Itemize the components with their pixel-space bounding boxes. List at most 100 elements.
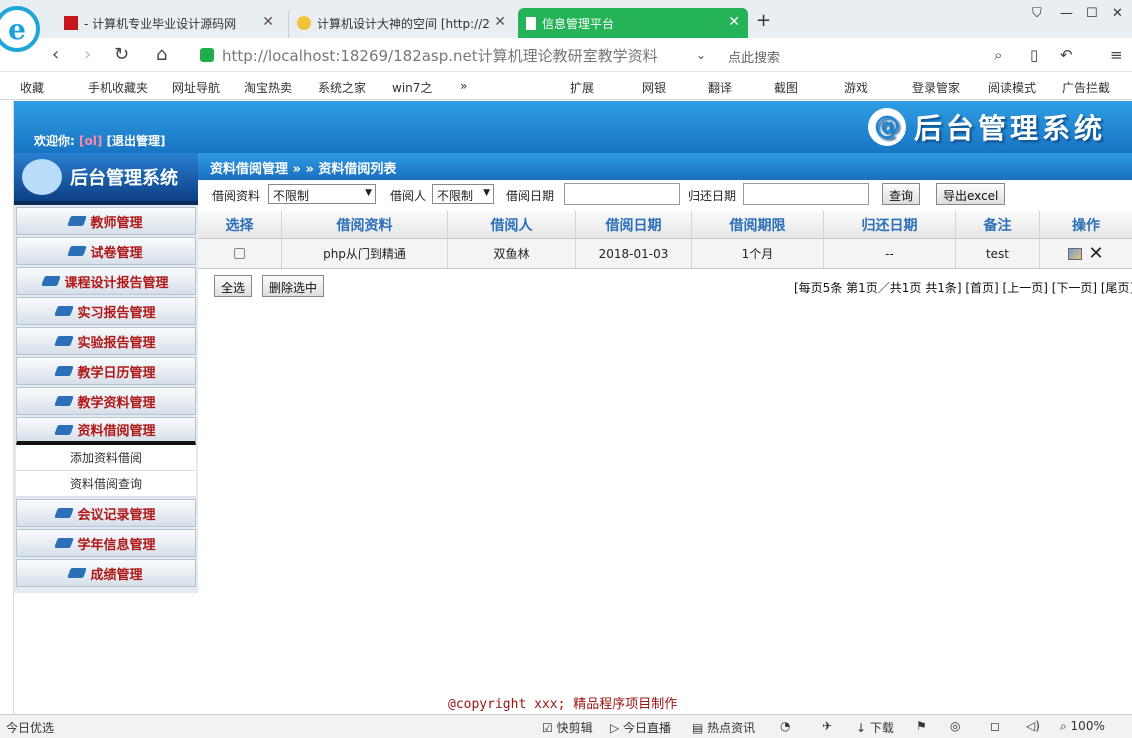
- sidebar-item-papers[interactable]: 试卷管理: [16, 237, 196, 265]
- bookmark-adblock[interactable]: 广告拦截: [1062, 79, 1110, 96]
- browser-tab-2[interactable]: 计算机设计大神的空间 [http://2 ✕: [288, 8, 514, 38]
- delete-icon[interactable]: ✕: [1088, 243, 1103, 264]
- bookmark-more[interactable]: »: [460, 79, 467, 93]
- pin-icon[interactable]: ✈: [822, 719, 832, 733]
- sidebar-item-label: 试卷管理: [90, 245, 143, 261]
- refresh-icon[interactable]: ↻: [114, 44, 129, 65]
- bookmark-extensions[interactable]: 扩展: [570, 79, 594, 96]
- minimize-icon[interactable]: —: [1060, 6, 1073, 21]
- forward-icon[interactable]: ›: [84, 44, 91, 65]
- zoom-icon: ⌕: [1060, 719, 1071, 733]
- bookmark-translate[interactable]: 翻译: [708, 79, 732, 96]
- bookmark-games[interactable]: 游戏: [844, 79, 868, 96]
- column-header-borrow-date: 借阅日期: [576, 211, 692, 238]
- close-icon[interactable]: ✕: [494, 14, 506, 30]
- status-quick-edit-label: 快剪辑: [556, 721, 593, 735]
- sidebar-title: 后台管理系统: [70, 168, 178, 189]
- status-hot-news[interactable]: ▤ 热点资讯: [692, 719, 755, 736]
- column-header-period: 借阅期限: [692, 211, 824, 238]
- menu-icon: [54, 366, 75, 376]
- sidebar-subitem-borrowing-query[interactable]: 资料借阅查询: [16, 471, 196, 497]
- menu-icon: [54, 306, 75, 316]
- sidebar-item-internship[interactable]: 实习报告管理: [16, 297, 196, 325]
- speaker-icon[interactable]: ◁): [1026, 719, 1040, 733]
- sidebar-subitem-add-borrowing[interactable]: 添加资料借阅: [16, 445, 196, 471]
- phone-icon[interactable]: ▯: [1030, 46, 1038, 64]
- status-download[interactable]: ↓ 下载: [856, 719, 894, 736]
- sidebar-item-borrowing[interactable]: 资料借阅管理: [16, 417, 196, 445]
- borrower-select[interactable]: 不限制 ▼: [432, 184, 494, 204]
- filter-bar: 借阅资料 不限制 ▼ 借阅人 不限制 ▼ 借阅日期 归还日期 查询 导出excel: [198, 180, 1132, 210]
- close-icon[interactable]: ✕: [262, 14, 274, 30]
- search-input[interactable]: 点此搜索: [728, 47, 780, 66]
- row-checkbox[interactable]: [234, 248, 245, 259]
- browser-logo-letter: e: [8, 12, 26, 46]
- status-live-label: 今日直播: [623, 721, 672, 735]
- column-header-return-date: 归还日期: [824, 211, 956, 238]
- skin-icon[interactable]: ⛉: [1032, 6, 1042, 21]
- bookmark-login-manager[interactable]: 登录管家: [912, 79, 960, 96]
- column-header-material: 借阅资料: [282, 211, 448, 238]
- select-all-button[interactable]: 全选: [214, 275, 253, 297]
- home-icon[interactable]: ⌂: [156, 44, 167, 65]
- undo-icon[interactable]: ↶: [1060, 46, 1073, 64]
- search-icon[interactable]: ⌕: [994, 46, 1002, 64]
- material-select[interactable]: 不限制 ▼: [268, 184, 376, 204]
- browser-tab-1[interactable]: - 计算机专业毕业设计源码网 ✕: [56, 8, 282, 38]
- bookmark-xtzj[interactable]: 系统之家: [318, 79, 366, 96]
- dropdown-chevron-icon[interactable]: ⌄: [696, 48, 706, 62]
- window-close-icon[interactable]: ✕: [1112, 6, 1123, 21]
- sidebar-item-grades[interactable]: 成绩管理: [16, 559, 196, 587]
- bookmark-reader-mode[interactable]: 阅读模式: [988, 79, 1036, 96]
- status-quick-edit[interactable]: ☑ 快剪辑: [542, 719, 593, 736]
- return-date-input[interactable]: [743, 183, 869, 205]
- mascot-icon: [22, 159, 62, 195]
- sidebar-item-academic-year[interactable]: 学年信息管理: [16, 529, 196, 557]
- status-live[interactable]: ▷ 今日直播: [610, 719, 671, 736]
- sidebar-item-calendar[interactable]: 教学日历管理: [16, 357, 196, 385]
- zoom-control[interactable]: ⌕ 100%: [1060, 719, 1105, 734]
- export-excel-button[interactable]: 导出excel: [936, 183, 1006, 205]
- chat-icon[interactable]: ◻: [990, 719, 1000, 733]
- actions-cell: ✕: [1040, 239, 1132, 268]
- status-today-picks[interactable]: 今日优选: [6, 719, 54, 736]
- back-icon[interactable]: ‹: [52, 44, 59, 65]
- sidebar-item-materials[interactable]: 教学资料管理: [16, 387, 196, 415]
- sidebar-item-label: 成绩管理: [90, 567, 143, 583]
- speed-icon[interactable]: ◔: [780, 719, 790, 733]
- tab-title: - 计算机专业毕业设计源码网: [84, 16, 237, 31]
- browser-tab-active[interactable]: 信息管理平台 ✕: [518, 8, 748, 38]
- browser-icon[interactable]: ◎: [950, 719, 960, 733]
- sidebar-item-course-design[interactable]: 课程设计报告管理: [16, 267, 196, 295]
- close-icon[interactable]: ✕: [728, 14, 740, 30]
- menu-icon: [67, 216, 88, 226]
- bookmark-taobao[interactable]: 淘宝热卖: [244, 79, 292, 96]
- logout-link[interactable]: [退出管理]: [107, 134, 166, 148]
- edit-icon[interactable]: [1068, 247, 1083, 260]
- query-button[interactable]: 查询: [882, 183, 921, 205]
- star-favicon-icon: [297, 16, 311, 30]
- browser-status-bar: 今日优选 ☑ 快剪辑 ▷ 今日直播 ▤ 热点资讯 ◔ ✈ ↓ 下载 ⚑ ◎ ◻ …: [0, 714, 1132, 738]
- new-tab-button[interactable]: +: [756, 10, 771, 31]
- sidebar-item-teachers[interactable]: 教师管理: [16, 207, 196, 235]
- bookmark-favorites[interactable]: 收藏: [20, 79, 44, 96]
- bookmark-nav[interactable]: 网址导航: [172, 79, 220, 96]
- bookmark-win7[interactable]: win7之: [392, 79, 432, 96]
- current-user: [ol]: [79, 134, 103, 148]
- flag-icon[interactable]: ⚑: [916, 719, 927, 733]
- menu-icon[interactable]: ≡: [1110, 46, 1123, 64]
- delete-selected-button[interactable]: 删除选中: [262, 275, 325, 297]
- row-actions: ✕: [1068, 243, 1104, 264]
- bookmark-bank[interactable]: 网银: [642, 79, 666, 96]
- maximize-icon[interactable]: ☐: [1086, 6, 1098, 21]
- tab-title: 计算机设计大神的空间 [http://2: [317, 16, 490, 31]
- sidebar-item-experiment[interactable]: 实验报告管理: [16, 327, 196, 355]
- material-select-value: 不限制: [273, 189, 310, 203]
- url-field[interactable]: http://localhost:18269/182asp.net计算机理论教研…: [190, 42, 718, 68]
- bookmark-screenshot[interactable]: 截图: [774, 79, 798, 96]
- bookmark-mobile[interactable]: 手机收藏夹: [88, 79, 148, 96]
- borrow-date-input[interactable]: [564, 183, 680, 205]
- status-download-label: 下载: [869, 721, 894, 735]
- pagination-text[interactable]: [每页5条 第1页／共1页 共1条] [首页] [上一页] [下一页] [尾页]: [794, 279, 1132, 296]
- sidebar-item-meetings[interactable]: 会议记录管理: [16, 499, 196, 527]
